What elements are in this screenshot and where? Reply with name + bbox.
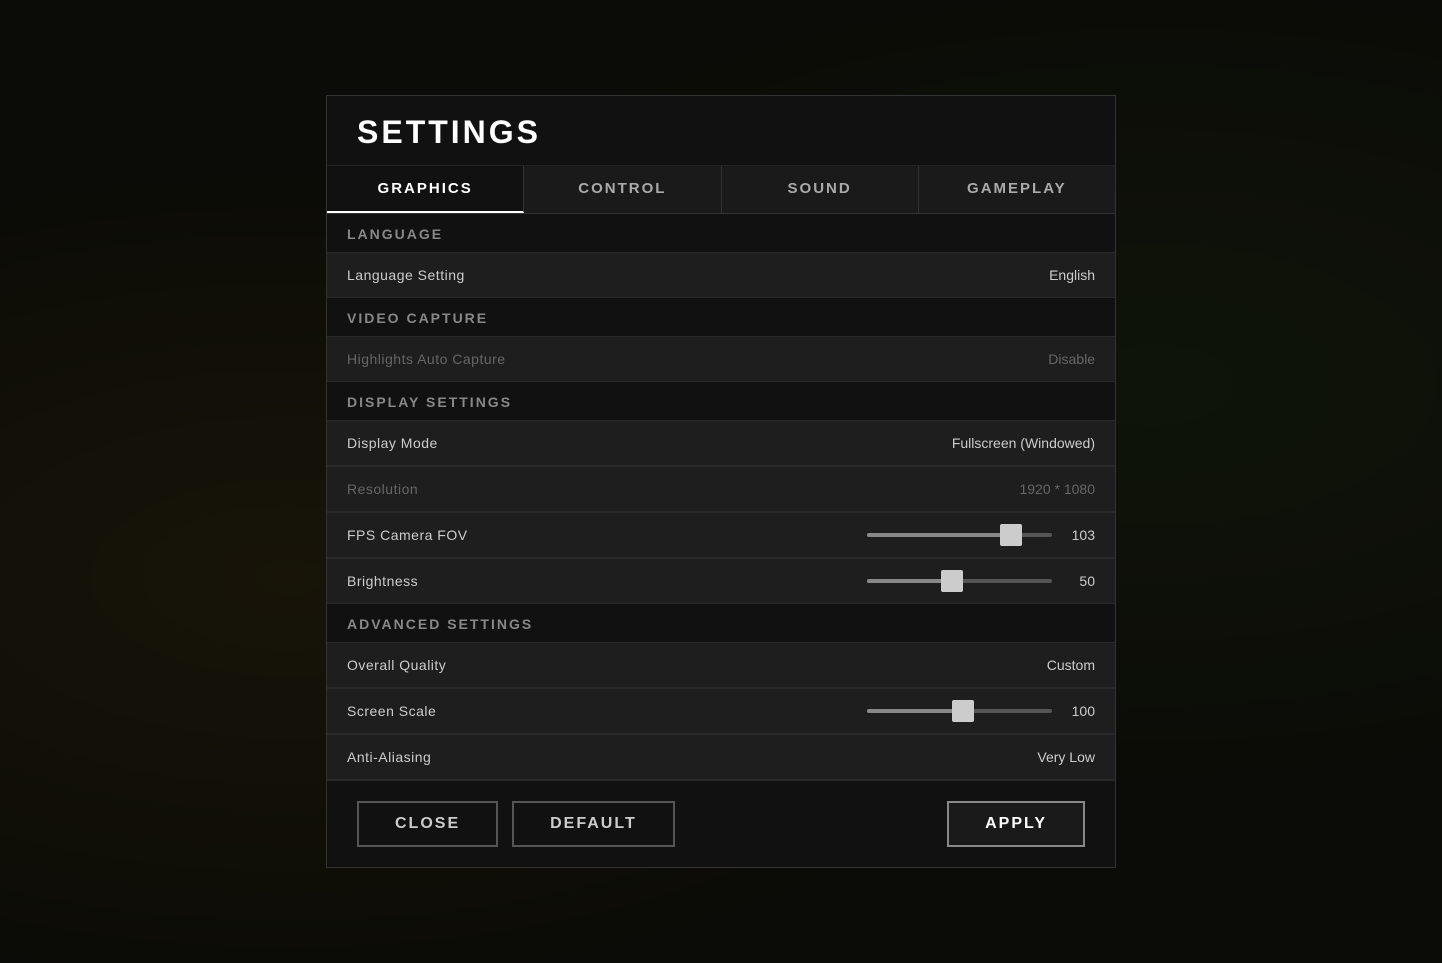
display-settings-section-header: DISPLAY SETTINGS [327,382,1115,420]
brightness-slider-thumb[interactable] [941,570,963,592]
overall-quality-label: Overall Quality [347,657,446,673]
resolution-row[interactable]: Resolution 1920 * 1080 [327,466,1115,512]
tab-sound[interactable]: SOUND [722,166,919,213]
language-setting-row[interactable]: Language Setting English [327,252,1115,298]
display-mode-row[interactable]: Display Mode Fullscreen (Windowed) [327,420,1115,466]
highlights-setting-row[interactable]: Highlights Auto Capture Disable [327,336,1115,382]
display-mode-value: Fullscreen (Windowed) [952,435,1095,451]
footer-left-buttons: CLOSE DEFAULT [357,801,675,847]
settings-heading: SETTINGS [357,114,1085,151]
highlights-setting-label: Highlights Auto Capture [347,351,506,367]
resolution-value: 1920 * 1080 [1019,481,1095,497]
overall-quality-row[interactable]: Overall Quality Custom [327,642,1115,688]
screen-scale-label: Screen Scale [347,703,436,719]
content-area: LANGUAGE Language Setting English VIDEO … [327,214,1115,780]
highlights-setting-value: Disable [1048,351,1095,367]
language-section-title: LANGUAGE [347,226,1095,242]
video-capture-section-title: VIDEO CAPTURE [347,310,1095,326]
brightness-slider-track[interactable] [867,579,1052,583]
display-settings-section-title: DISPLAY SETTINGS [347,394,1095,410]
apply-button[interactable]: APPLY [947,801,1085,847]
overall-quality-value: Custom [1047,657,1095,673]
default-button[interactable]: DEFAULT [512,801,675,847]
language-setting-label: Language Setting [347,267,465,283]
screen-scale-slider-thumb[interactable] [952,700,974,722]
screen-scale-row: Screen Scale 100 [327,688,1115,734]
close-button[interactable]: CLOSE [357,801,498,847]
video-capture-section-header: VIDEO CAPTURE [327,298,1115,336]
brightness-slider-fill [867,579,952,583]
screen-scale-value: 100 [1060,703,1095,719]
tabs-bar: GRAPHICS CONTROL SOUND GAMEPLAY [327,166,1115,214]
fps-fov-row: FPS Camera FOV 103 [327,512,1115,558]
resolution-label: Resolution [347,481,418,497]
language-setting-value: English [1049,267,1095,283]
tab-gameplay[interactable]: GAMEPLAY [919,166,1115,213]
brightness-value: 50 [1060,573,1095,589]
brightness-label: Brightness [347,573,418,589]
fps-fov-slider-thumb[interactable] [1000,524,1022,546]
screen-scale-slider-track[interactable] [867,709,1052,713]
fps-fov-slider-fill [867,533,1011,537]
fps-fov-slider-track[interactable] [867,533,1052,537]
settings-window: SETTINGS GRAPHICS CONTROL SOUND GAMEPLAY… [326,95,1116,868]
settings-title-bar: SETTINGS [327,96,1115,166]
modal-overlay: SETTINGS GRAPHICS CONTROL SOUND GAMEPLAY… [0,0,1442,963]
fps-fov-label: FPS Camera FOV [347,527,468,543]
anti-aliasing-value: Very Low [1037,749,1095,765]
brightness-slider-container: 50 [867,573,1095,589]
display-mode-label: Display Mode [347,435,438,451]
language-section-header: LANGUAGE [327,214,1115,252]
fps-fov-value: 103 [1060,527,1095,543]
screen-scale-slider-fill [867,709,963,713]
anti-aliasing-label: Anti-Aliasing [347,749,431,765]
brightness-row: Brightness 50 [327,558,1115,604]
footer-bar: CLOSE DEFAULT APPLY [327,780,1115,867]
fps-fov-slider-container: 103 [867,527,1095,543]
tab-graphics[interactable]: GRAPHICS [327,166,524,213]
screen-scale-slider-container: 100 [867,703,1095,719]
anti-aliasing-row[interactable]: Anti-Aliasing Very Low [327,734,1115,780]
advanced-settings-section-header: ADVANCED SETTINGS [327,604,1115,642]
tab-control[interactable]: CONTROL [524,166,721,213]
advanced-settings-section-title: ADVANCED SETTINGS [347,616,1095,632]
